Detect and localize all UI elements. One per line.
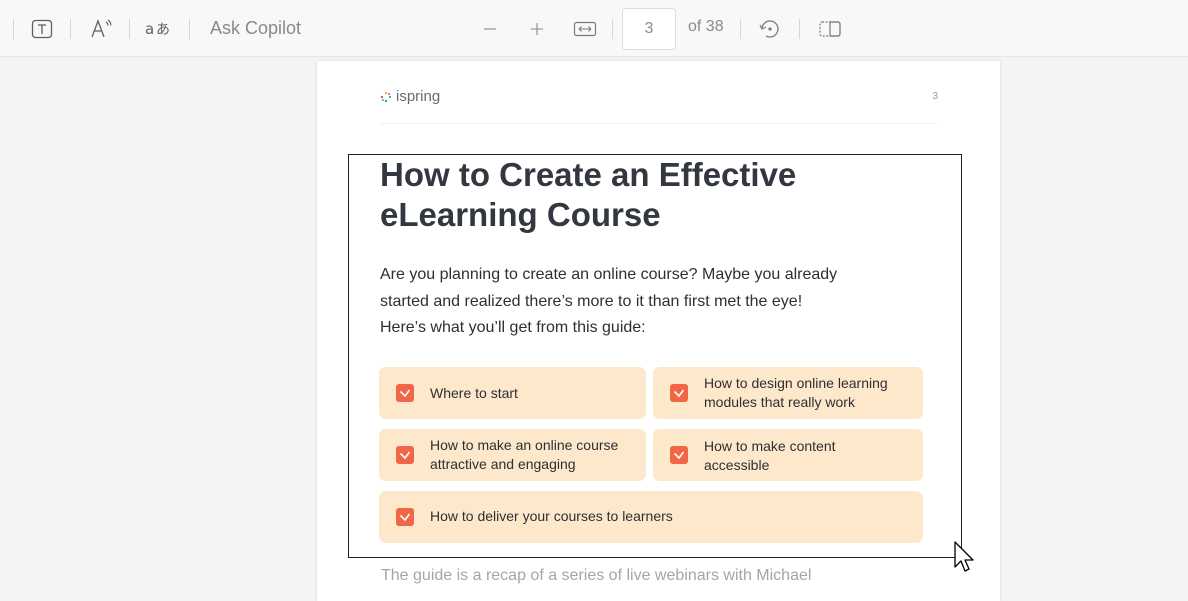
- svg-text:あ: あ: [156, 22, 170, 38]
- read-aloud-icon[interactable]: [88, 15, 114, 43]
- body-paragraph-partial: The guide is a recap of a series of live…: [381, 567, 812, 584]
- svg-text:a: a: [145, 20, 154, 38]
- page-number-input[interactable]: 3: [622, 8, 676, 50]
- pdf-toolbar: aあ Ask Copilot 3 of 38: [0, 0, 1188, 57]
- toolbar-separator: [70, 19, 71, 39]
- translate-icon[interactable]: aあ: [145, 15, 173, 43]
- ask-copilot-button[interactable]: Ask Copilot: [210, 14, 301, 42]
- zoom-out-icon[interactable]: [480, 15, 500, 43]
- toolbar-separator: [612, 19, 613, 39]
- toolbar-separator: [129, 19, 130, 39]
- toolbar-separator: [740, 19, 741, 39]
- toolbar-separator: [189, 19, 190, 39]
- logo-text: ispring: [396, 88, 441, 105]
- fit-width-icon[interactable]: [572, 15, 598, 43]
- ispring-logo: ispring: [380, 88, 440, 105]
- ispring-logo-icon: [380, 91, 392, 102]
- selection-rectangle[interactable]: [348, 154, 962, 558]
- mouse-cursor-icon: [953, 540, 975, 579]
- toolbar-separator: [13, 19, 14, 39]
- toolbar-separator: [799, 19, 800, 39]
- text-icon[interactable]: [30, 15, 54, 43]
- two-page-view-icon[interactable]: [817, 15, 843, 43]
- rotate-icon[interactable]: [757, 15, 783, 43]
- page-count-label: of 38: [688, 18, 724, 35]
- header-divider: [380, 123, 937, 124]
- zoom-in-icon[interactable]: [527, 15, 547, 43]
- page-header-number: 3: [932, 91, 938, 102]
